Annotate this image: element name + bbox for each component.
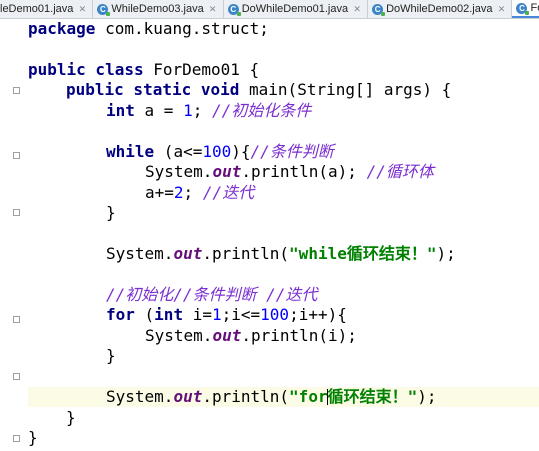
code-token: } [106,203,116,222]
code-line-20: } [28,408,539,428]
code-token: .println(i); [241,326,357,345]
code-token: System. [106,387,174,406]
tab-label: DoWhileDemo02.java [386,3,493,15]
code-token: 1 [183,101,193,120]
code-line-10: } [28,203,539,223]
code-line-5: int a = 1; //初始化条件 [28,101,539,121]
code-token: ; [192,101,212,120]
code-token: int [154,305,184,324]
tab-lewhiledemo01[interactable]: leDemo01.java ✕ [0,0,94,18]
close-icon[interactable]: ✕ [497,4,506,15]
code-line-4: public static void main(String[] args) { [28,80,539,100]
code-token: out [173,244,203,263]
code-token: out [173,387,203,406]
code-token: System. [145,162,213,181]
fold-marker-icon[interactable] [13,316,20,323]
code-token: package [28,19,96,38]
code-token: com.kuang.struct; [95,19,269,38]
code-comment: //条件判断 [250,142,334,161]
code-token: int [106,101,135,120]
code-token: out [212,326,242,345]
code-token: System. [106,244,174,263]
code-token: ); [417,387,437,406]
code-token: 100 [260,305,290,324]
editor-gutter [0,19,22,451]
code-token: 1 [211,305,222,324]
close-icon[interactable]: ✕ [353,4,361,15]
code-token: System. [145,326,213,345]
code-token: .println( [202,387,290,406]
code-token: 2 [173,183,184,202]
java-class-icon: C [516,2,530,15]
code-comment: //循环体 [366,162,434,181]
fold-marker-icon[interactable] [13,209,20,216]
code-token: } [106,346,116,365]
tab-label: WhileDemo03.java [111,3,204,15]
code-comment: //初始化条件 [211,101,312,120]
fold-marker-icon[interactable] [13,87,20,94]
fold-marker-icon[interactable] [13,435,20,442]
code-token: ( [134,305,155,324]
code-token: a+= [145,183,174,202]
java-class-icon: C [372,3,386,16]
close-icon[interactable]: ✕ [78,4,87,15]
code-token: ; [183,183,203,202]
code-string: "for [289,387,328,406]
code-token: ForDemo01 { [143,60,260,79]
code-token: ){ [231,142,251,161]
code-token: i= [183,305,212,324]
code-line-19-current: System.out.println("for循环结束！"); [28,387,539,407]
code-token: 100 [202,142,232,161]
code-token: } [28,428,38,447]
code-string: "while循环结束！" [289,244,437,263]
code-token: a = [134,101,184,120]
code-line-12: System.out.println("while循环结束！"); [28,244,539,264]
code-line-16: System.out.println(i); [28,326,539,346]
close-icon[interactable]: ✕ [209,4,217,15]
code-line-9: a+=2; //迭代 [28,183,539,203]
code-comment: //初始化//条件判断 //迭代 [106,285,318,304]
tab-label: leDemo01.java [0,3,74,15]
tab-label: ForD [530,2,539,14]
editor-tab-bar: leDemo01.java ✕ C WhileDemo03.java ✕ C D… [0,0,539,19]
code-string: 循环结束！" [327,387,418,406]
code-comment: //迭代 [202,183,255,202]
code-token: for [106,305,135,324]
tab-dowhiledemo02[interactable]: C DoWhileDemo02.java ✕ [368,0,513,18]
code-line-21: } [28,428,539,448]
code-token: public class [28,60,144,79]
code-token: while [106,142,155,161]
code-line-1: package com.kuang.struct; [28,19,539,39]
code-token: .println(a); [241,162,367,181]
code-line-17: } [28,346,539,366]
code-editor[interactable]: package com.kuang.struct; public class F… [0,19,539,451]
tab-label: DoWhileDemo01.java [241,3,349,15]
code-line-7: while (a<=100){//条件判断 [28,142,539,162]
java-class-icon: C [97,3,111,16]
fold-marker-icon[interactable] [13,373,20,380]
tab-fordemo01[interactable]: C ForD [512,0,539,18]
tab-dowhiledemo01[interactable]: C DoWhileDemo01.java ✕ [224,0,369,18]
code-token: out [212,162,242,181]
code-line-8: System.out.println(a); //循环体 [28,162,539,182]
java-class-icon: C [227,3,241,16]
fold-marker-icon[interactable] [13,152,20,159]
code-token: ;i++){ [289,305,347,324]
code-line-15: for (int i=1;i<=100;i++){ [28,305,539,325]
code-line-3: public class ForDemo01 { [28,60,539,80]
code-token: .println( [202,244,290,263]
code-token: } [66,408,76,427]
code-token: main(String[] args) { [239,80,452,99]
code-line-14: //初始化//条件判断 //迭代 [28,285,539,305]
tab-whiledemo03[interactable]: C WhileDemo03.java ✕ [93,0,224,18]
code-token: public static void [66,80,240,99]
code-token: (a<= [154,142,203,161]
code-area[interactable]: package com.kuang.struct; public class F… [28,19,539,451]
code-token: ); [436,244,456,263]
code-token: ;i<= [221,305,261,324]
